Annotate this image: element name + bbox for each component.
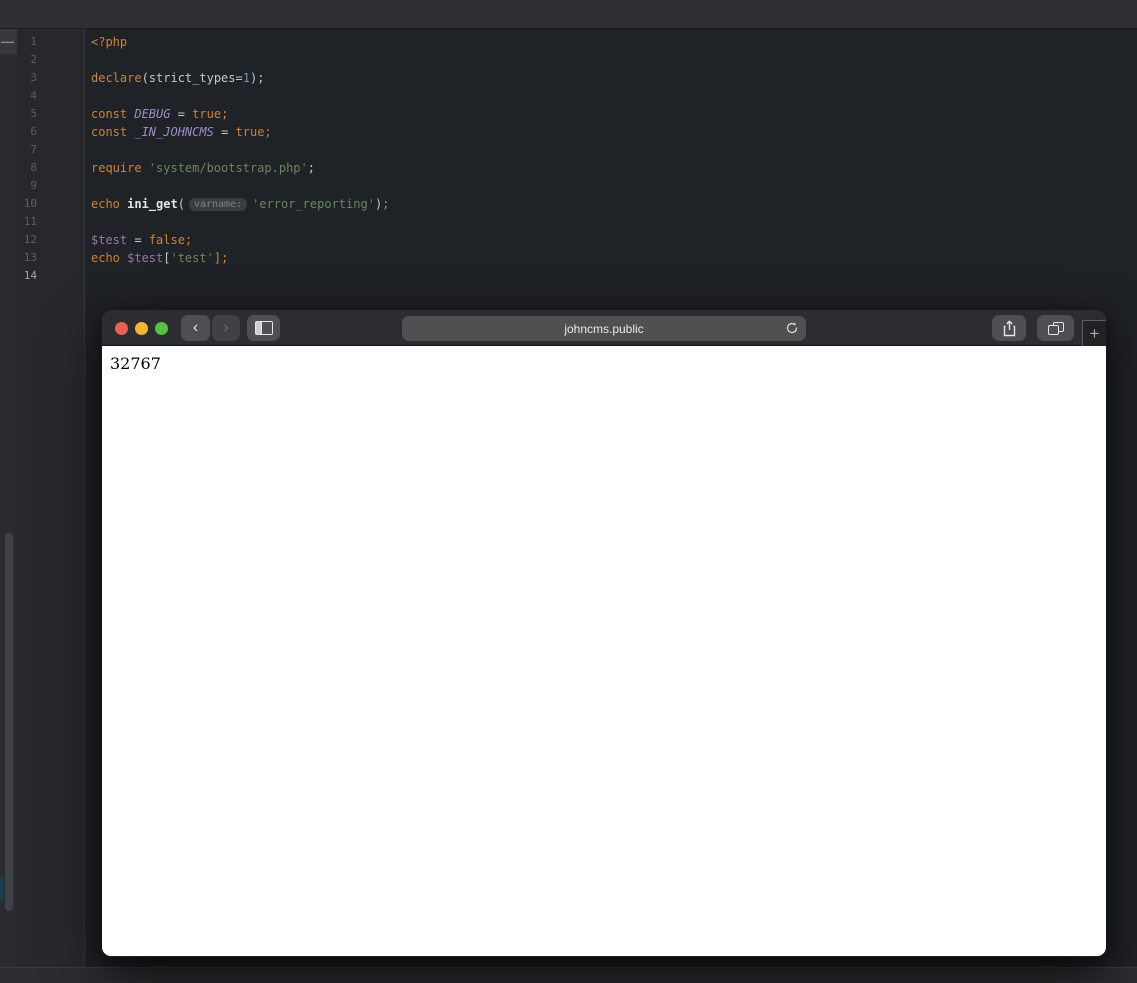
ide-statusbar	[0, 967, 1137, 983]
line-number: 4	[30, 89, 37, 102]
new-tab-button[interactable]: +	[1082, 320, 1106, 346]
code-line: echo ini_get(varname:'error_reporting');	[91, 195, 389, 213]
ide-titlebar	[0, 0, 1137, 29]
share-button[interactable]	[992, 315, 1026, 341]
sidebar-icon	[254, 321, 273, 335]
code-token: $test	[91, 233, 128, 247]
code-line: <?php	[91, 33, 389, 51]
code-token: 'system/bootstrap.php'	[148, 161, 308, 175]
code-line: const DEBUG = true;	[91, 105, 389, 123]
code-line: require 'system/bootstrap.php';	[91, 159, 389, 177]
code-token: true;	[192, 107, 229, 121]
code-token: =	[127, 233, 149, 247]
line-number: 11	[23, 215, 37, 228]
safari-toolbar: ‹ › johncms.public	[102, 310, 1106, 346]
code-token: =	[170, 107, 193, 121]
toolwindow-collapse-button[interactable]: —	[0, 29, 17, 54]
code-token: ;	[307, 161, 315, 175]
code-line: const _IN_JOHNCMS = true;	[91, 123, 389, 141]
code-token: (	[177, 197, 185, 211]
code-token: true;	[235, 125, 272, 139]
code-token: const	[91, 125, 135, 139]
page-output-text: 32767	[110, 354, 161, 373]
code-token: );	[249, 71, 265, 85]
sidebar-button[interactable]	[247, 315, 280, 341]
line-number: 8	[30, 161, 37, 174]
code-pane: <?php declare(strict_types=1); const DEBUG…	[91, 33, 389, 285]
code-token: 'test'	[170, 251, 214, 265]
code-token: 1	[242, 71, 250, 85]
share-icon	[1003, 320, 1015, 336]
code-token: _IN_JOHNCMS	[134, 125, 214, 139]
dash-icon: —	[1, 34, 14, 49]
parameter-hint-pill: varname:	[188, 198, 248, 211]
editor-gutter: 1 2 3 4 5 6 7 8 9 10 11 12 13 14	[17, 29, 85, 967]
code-token: <?php	[91, 35, 128, 49]
code-token: ;	[382, 197, 390, 211]
safari-window: ‹ › johncms.public 32767	[102, 310, 1106, 957]
code-token: (strict_types=	[141, 71, 243, 85]
line-number: 12	[23, 233, 37, 246]
back-icon: ‹	[192, 319, 199, 336]
code-token: require	[91, 161, 149, 175]
code-token: DEBUG	[134, 107, 171, 121]
line-number: 2	[30, 53, 37, 66]
tabs-overview-button[interactable]	[1037, 315, 1074, 341]
code-token: ini_get	[127, 197, 178, 211]
line-number: 7	[30, 143, 37, 156]
code-token: ];	[213, 251, 229, 265]
code-token: =	[213, 125, 236, 139]
line-number: 10	[23, 197, 37, 210]
browser-page: 32767	[102, 346, 1106, 956]
line-number: 6	[30, 125, 37, 138]
back-button[interactable]: ‹	[181, 315, 210, 341]
teal-toolwindow-tag[interactable]	[0, 876, 4, 901]
code-line: echo $test['test'];	[91, 249, 389, 267]
code-token: $test	[127, 251, 164, 265]
address-text: johncms.public	[564, 321, 644, 336]
line-number: 5	[30, 107, 37, 120]
plus-icon: +	[1089, 323, 1100, 343]
zoom-window-button[interactable]	[155, 322, 168, 335]
editor-scrollbar-thumb[interactable]	[5, 533, 13, 911]
forward-icon: ›	[223, 319, 229, 336]
close-window-button[interactable]	[115, 322, 128, 335]
line-number: 1	[30, 35, 37, 48]
tabs-overview-icon	[1047, 321, 1064, 335]
line-number: 14	[23, 269, 37, 282]
line-numbers: 1 2 3 4 5 6 7 8 9 10 11 12 13 14	[17, 33, 37, 285]
code-token: echo	[91, 197, 128, 211]
reload-button[interactable]	[785, 321, 799, 340]
code-token: echo	[91, 251, 128, 265]
line-number: 9	[30, 179, 37, 192]
code-token: 'error_reporting'	[252, 197, 375, 211]
code-line: declare(strict_types=1);	[91, 69, 389, 87]
code-token: false;	[148, 233, 193, 247]
line-number: 13	[23, 251, 37, 264]
code-token: const	[91, 107, 135, 121]
minimize-window-button[interactable]	[135, 322, 148, 335]
forward-button[interactable]: ›	[212, 315, 240, 341]
code-line: $test = false;	[91, 231, 389, 249]
code-token: declare	[91, 71, 142, 85]
line-number: 3	[30, 71, 37, 84]
reload-icon	[786, 322, 798, 334]
address-bar[interactable]: johncms.public	[402, 316, 806, 341]
